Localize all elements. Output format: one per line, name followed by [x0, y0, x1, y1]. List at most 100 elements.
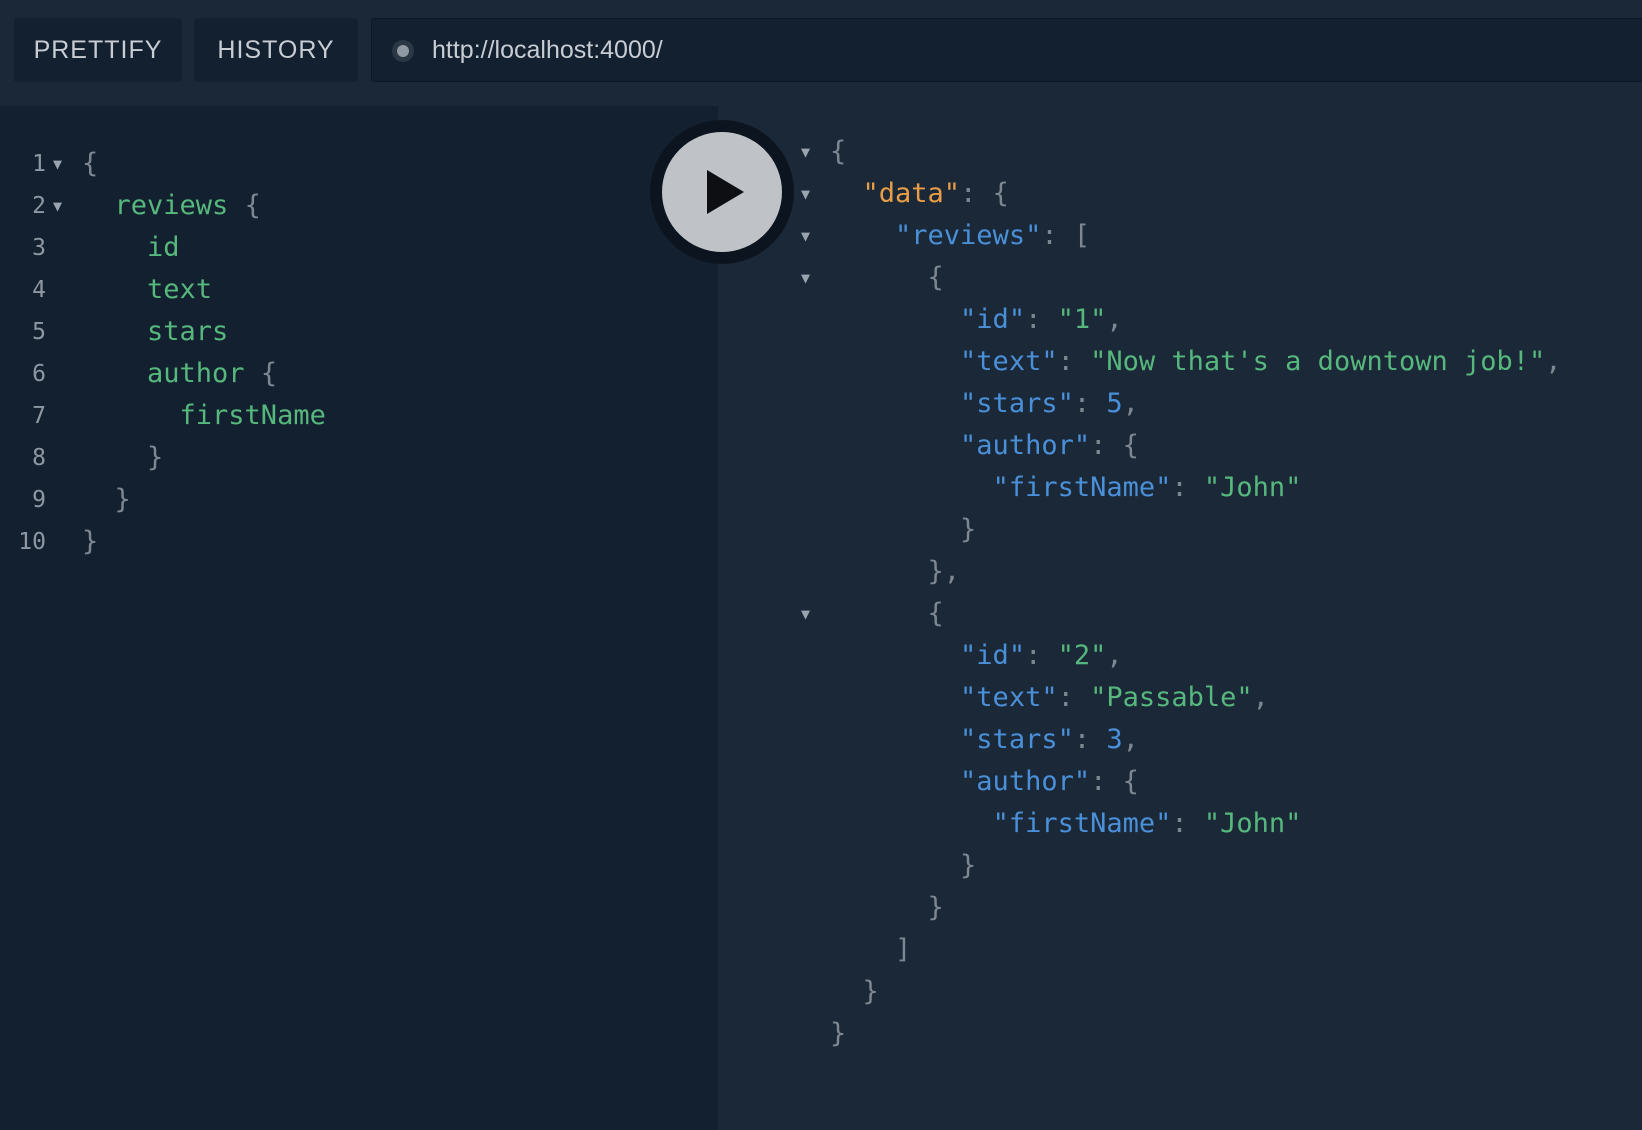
fold-toggle-icon[interactable]: ▼ [801, 592, 810, 636]
json-key: "id" [960, 640, 1026, 671]
result-text: } [830, 508, 976, 552]
result-line: "firstName": "John" [718, 802, 1638, 846]
result-text: "data": { [830, 172, 1009, 216]
history-button[interactable]: HISTORY [194, 18, 358, 82]
json-punctuation: } [830, 892, 944, 923]
query-editor[interactable]: 1 ▼{2 ▼ reviews {3 id 4 text 5 stars 6 author… [0, 106, 718, 1130]
editor-line[interactable]: 8 } [0, 436, 700, 480]
result-text: } [830, 1012, 846, 1056]
code-text: firstName [82, 394, 326, 438]
code-punctuation: { [82, 148, 99, 179]
json-punctuation: { [830, 598, 944, 629]
json-key: "reviews" [895, 220, 1042, 251]
editor-line[interactable]: 6 author { [0, 352, 700, 396]
line-number: 2 [32, 193, 46, 219]
code-punctuation: } [82, 442, 164, 473]
json-punctuation: , [1122, 388, 1139, 419]
json-string-value: "2" [1057, 640, 1107, 671]
result-line: "author": { [718, 760, 1638, 804]
json-punctuation: , [1106, 304, 1123, 335]
result-line: ▼ "reviews": [ [718, 214, 1638, 258]
editor-line[interactable]: 2 ▼ reviews { [0, 184, 700, 228]
json-key: "text" [960, 346, 1058, 377]
json-punctuation [830, 766, 960, 797]
result-text: "reviews": [ [830, 214, 1090, 258]
code-text: reviews { [82, 184, 261, 228]
line-number: 5 [32, 319, 46, 345]
fold-toggle-icon[interactable]: ▼ [801, 130, 810, 174]
editor-line[interactable]: 1 ▼ { [0, 142, 700, 186]
json-punctuation [830, 304, 960, 335]
code-punctuation: { [228, 190, 261, 221]
line-number: 6 [32, 361, 46, 387]
json-key: "id" [960, 304, 1026, 335]
result-text: ] [830, 928, 911, 972]
json-punctuation: } [830, 1018, 847, 1049]
result-line: "id": "2", [718, 634, 1638, 678]
execute-query-button[interactable] [650, 120, 794, 264]
query-field: author [82, 358, 245, 389]
editor-line[interactable]: 4 text [0, 268, 700, 312]
json-punctuation: : [1057, 682, 1091, 713]
json-key: "author" [960, 766, 1091, 797]
json-punctuation: : [1025, 304, 1058, 335]
toolbar: PRETTIFY HISTORY http://localhost:4000/ [0, 0, 1642, 106]
endpoint-url-input[interactable]: http://localhost:4000/ [371, 18, 1642, 82]
result-text: } [830, 844, 976, 888]
result-line: ▼ { [718, 592, 1638, 636]
result-text: } [830, 970, 879, 1014]
code-text: } [82, 478, 131, 522]
json-key: "author" [960, 430, 1091, 461]
json-punctuation: }, [830, 556, 961, 587]
code-punctuation: { [244, 358, 278, 389]
editor-line[interactable]: 9 } [0, 478, 700, 522]
editor-line[interactable]: 10} [0, 520, 700, 564]
result-line: "stars": 5, [718, 382, 1638, 426]
json-key: "firstName" [992, 472, 1172, 503]
fold-toggle-icon[interactable]: ▼ [801, 172, 810, 216]
result-line: ▼ { [718, 256, 1638, 300]
connection-status-icon [392, 40, 414, 62]
prettify-button[interactable]: PRETTIFY [14, 18, 182, 82]
json-string-value: "John" [1203, 472, 1302, 503]
result-line: }, [718, 550, 1638, 594]
json-string-value: "1" [1057, 304, 1107, 335]
result-text: "id": "2", [830, 634, 1123, 678]
fold-toggle-icon[interactable]: ▼ [53, 142, 62, 186]
json-string-value: "Passable" [1090, 682, 1253, 713]
result-text: "text": "Passable", [830, 676, 1269, 720]
editor-line[interactable]: 7 firstName [0, 394, 700, 438]
execute-button-face [662, 132, 782, 252]
query-field: id [82, 232, 180, 263]
json-punctuation: : [1057, 346, 1091, 377]
json-punctuation: , [1545, 346, 1562, 377]
result-line: } [718, 970, 1638, 1014]
json-number-value: 3 [1106, 724, 1123, 755]
json-punctuation: : [1171, 808, 1204, 839]
json-punctuation: : [1073, 388, 1107, 419]
result-text: "author": { [830, 424, 1139, 468]
code-text: text [82, 268, 212, 312]
json-punctuation [830, 388, 960, 419]
json-punctuation: { [830, 262, 944, 293]
json-punctuation: ] [830, 934, 912, 965]
line-number: 4 [32, 277, 46, 303]
endpoint-url-text: http://localhost:4000/ [432, 36, 663, 64]
json-key: "firstName" [992, 808, 1172, 839]
editor-line[interactable]: 5 stars [0, 310, 700, 354]
json-punctuation [830, 472, 993, 503]
fold-toggle-icon[interactable]: ▼ [53, 184, 62, 228]
line-number: 10 [18, 529, 46, 555]
json-key: "stars" [960, 388, 1074, 419]
fold-toggle-icon[interactable]: ▼ [801, 214, 810, 258]
result-text: { [830, 256, 944, 300]
fold-toggle-icon[interactable]: ▼ [801, 256, 810, 300]
code-text: id [82, 226, 180, 270]
result-line: "stars": 3, [718, 718, 1638, 762]
result-text: { [830, 592, 944, 636]
code-text: stars [82, 310, 228, 354]
json-punctuation: : [1171, 472, 1204, 503]
json-punctuation: : [1025, 640, 1058, 671]
editor-line[interactable]: 3 id [0, 226, 700, 270]
json-key: "text" [960, 682, 1058, 713]
